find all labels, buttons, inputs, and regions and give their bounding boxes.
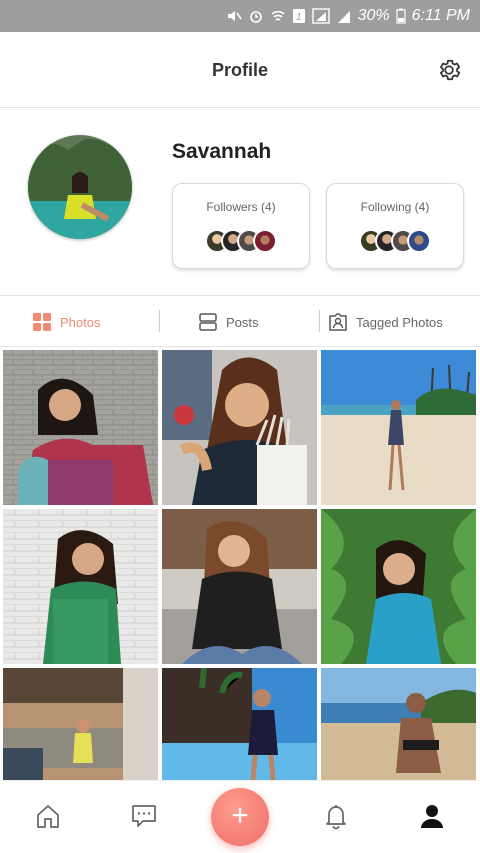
status-icons: 1 30% 6:11 PM [226,0,470,32]
tab-tagged-photos[interactable]: Tagged Photos [328,296,443,348]
signal-icon [337,11,350,23]
following-avatars [327,229,463,253]
grid-photo[interactable] [162,350,317,505]
grid-photo[interactable] [3,668,158,780]
tab-posts[interactable]: Posts [198,296,259,348]
grid-photo[interactable] [162,509,317,664]
tab-posts-label: Posts [226,314,259,330]
app-header: Profile [0,32,480,108]
battery-icon [395,8,406,24]
grid-photo[interactable] [321,350,476,505]
grid-photo[interactable] [321,509,476,664]
gear-icon [440,59,461,81]
grid-photo[interactable] [321,668,476,780]
grid-photo[interactable] [3,350,158,505]
svg-text:1: 1 [296,12,302,23]
avatar[interactable] [28,135,132,239]
followers-label: Followers (4) [206,200,276,214]
avatar-photo [28,135,132,239]
signal-box-icon [311,8,330,24]
profile-tabs: Photos Posts Tagged Photos [0,295,480,347]
followers-card[interactable]: Followers (4) [172,183,310,269]
tab-divider [159,310,160,332]
following-label: Following (4) [360,200,430,214]
photo-grid [3,350,477,780]
tab-divider [319,310,320,332]
tab-tagged-label: Tagged Photos [356,314,443,330]
clock: 6:11 PM [411,7,470,24]
mute-icon [227,11,242,21]
nav-home[interactable] [33,801,63,831]
tab-photos-label: Photos [60,314,101,330]
home-icon [37,805,59,828]
grid-photo[interactable] [3,509,158,664]
tag-person-icon [329,313,347,331]
grid-icon [33,313,51,331]
alarm-icon [249,11,262,23]
tab-photos[interactable]: Photos [32,296,100,348]
nav-messages[interactable] [129,801,159,831]
wifi-icon [271,10,285,21]
settings-button[interactable] [436,57,462,83]
sim-icon: 1 [292,9,305,23]
add-icon: + [231,799,249,832]
following-avatar [407,229,431,253]
followers-avatars [173,229,309,253]
bell-icon [326,805,346,830]
follower-avatar [253,229,277,253]
following-card[interactable]: Following (4) [326,183,464,269]
nav-profile[interactable] [417,801,447,831]
grid-photo[interactable] [162,668,317,780]
nav-notifications[interactable] [321,801,351,831]
posts-icon [199,313,217,331]
chat-icon [132,805,156,827]
page-title: Profile [211,60,268,80]
profile-name: Savannah [172,140,272,163]
status-bar: 1 30% 6:11 PM [0,0,480,32]
battery-percent: 30% [357,7,390,24]
user-icon [421,805,443,828]
add-button[interactable]: + [211,788,269,846]
